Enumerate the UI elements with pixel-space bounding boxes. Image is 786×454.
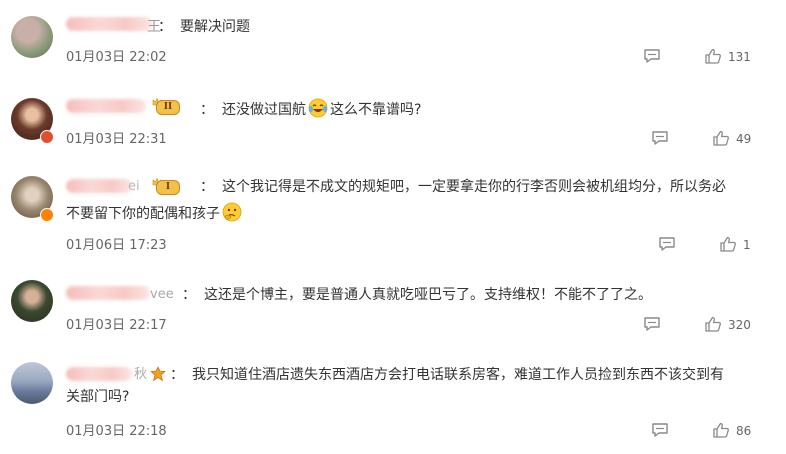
comment-item: 秋 ：我只知道住酒店遗失东西酒店方会打电话联系房客，难道工作人员捡到东西不该交到… [0, 346, 786, 454]
user-level: I [156, 180, 180, 195]
comment-time: 01月06日 17:23 [66, 238, 167, 253]
thumbs-up-icon[interactable] [719, 235, 737, 253]
laughing-tears-emoji [308, 98, 328, 118]
like-count: 131 [728, 50, 751, 64]
comment-text: ： 要解决问题 [156, 16, 756, 38]
separator: ： [170, 367, 184, 383]
thumbs-up-icon[interactable] [712, 129, 730, 147]
username[interactable] [66, 179, 132, 193]
verified-badge-icon [40, 130, 54, 144]
thumbs-up-icon[interactable] [712, 421, 730, 439]
comment-time: 01月03日 22:17 [66, 318, 167, 333]
avatar[interactable] [11, 16, 53, 58]
comment-body: 要解决问题 [180, 19, 250, 35]
comment-body-line2: 关部门吗? [66, 389, 130, 405]
comment-body: 这还是个博主，要是普通人真就吃哑巴亏了。支持维权！不能不了了之。 [204, 287, 652, 303]
comment-text-continued: 不要留下你的配偶和孩子 [66, 202, 756, 225]
comment-icon[interactable] [658, 236, 676, 252]
comment-body-line1: 我只知道住酒店遗失东西酒店方会打电话联系房客，难道工作人员捡到东西不该交到有 [192, 367, 724, 383]
comment-item: 王 ：要解决问题 01月03日 22:02 131 [0, 0, 786, 80]
avatar[interactable] [11, 362, 53, 404]
user-level: II [156, 100, 180, 115]
comment-body-part2: 这么不靠谱吗? [330, 102, 422, 118]
avatar[interactable] [11, 280, 53, 322]
thumbs-up-icon[interactable] [704, 315, 722, 333]
separator: ： [182, 287, 196, 303]
username[interactable] [66, 99, 146, 113]
gold-badge-icon [150, 366, 166, 382]
comment-icon[interactable] [643, 48, 661, 64]
comment-body-line2: 不要留下你的配偶和孩子 [66, 206, 220, 222]
separator: ： [200, 102, 214, 118]
comment-text: ： 还没做过国航 这么不靠谱吗? [198, 98, 756, 121]
comment-item: ei I ：这个我记得是不成文的规矩吧，一定要拿走你的行李否则会被机组均分，所以… [0, 160, 786, 266]
comment-text: ： 我只知道住酒店遗失东西酒店方会打电话联系房客，难道工作人员捡到东西不该交到有 [168, 364, 756, 386]
comment-icon[interactable] [651, 130, 669, 146]
like-count: 86 [736, 424, 752, 438]
comment-item: II ： 还没做过国航 这么不靠谱吗? 01月03日 22:31 49 [0, 80, 786, 160]
like-count: 320 [728, 318, 751, 332]
separator: ： [200, 179, 214, 195]
comment-body-line1: 这个我记得是不成文的规矩吧，一定要拿走你的行李否则会被机组均分，所以务必 [222, 179, 726, 195]
username[interactable] [66, 286, 150, 300]
comment-time: 01月03日 22:02 [66, 50, 167, 65]
comment-text: ： 这个我记得是不成文的规矩吧，一定要拿走你的行李否则会被机组均分，所以务必 [198, 176, 756, 198]
comment-time: 01月03日 22:31 [66, 132, 167, 147]
username[interactable] [66, 367, 132, 381]
separator: ： [158, 19, 172, 35]
comment-item: vee ：这还是个博主，要是普通人真就吃哑巴亏了。支持维权！不能不了了之。 01… [0, 266, 786, 346]
username[interactable] [66, 17, 152, 31]
comment-icon[interactable] [643, 316, 661, 332]
comment-text-continued: 关部门吗? [66, 386, 756, 408]
thumbs-up-icon[interactable] [704, 47, 722, 65]
comment-body-part1: 还没做过国航 [222, 102, 306, 118]
comment-text: ： 这还是个博主，要是普通人真就吃哑巴亏了。支持维权！不能不了了之。 [180, 284, 756, 306]
thinking-emoji [222, 202, 242, 222]
verified-badge-icon [40, 208, 54, 222]
like-count: 1 [743, 238, 751, 252]
comment-time: 01月03日 22:18 [66, 424, 167, 439]
like-count: 49 [736, 132, 752, 146]
comment-icon[interactable] [651, 422, 669, 438]
user-level-badge: I [152, 177, 180, 195]
user-level-badge: II [152, 97, 180, 115]
